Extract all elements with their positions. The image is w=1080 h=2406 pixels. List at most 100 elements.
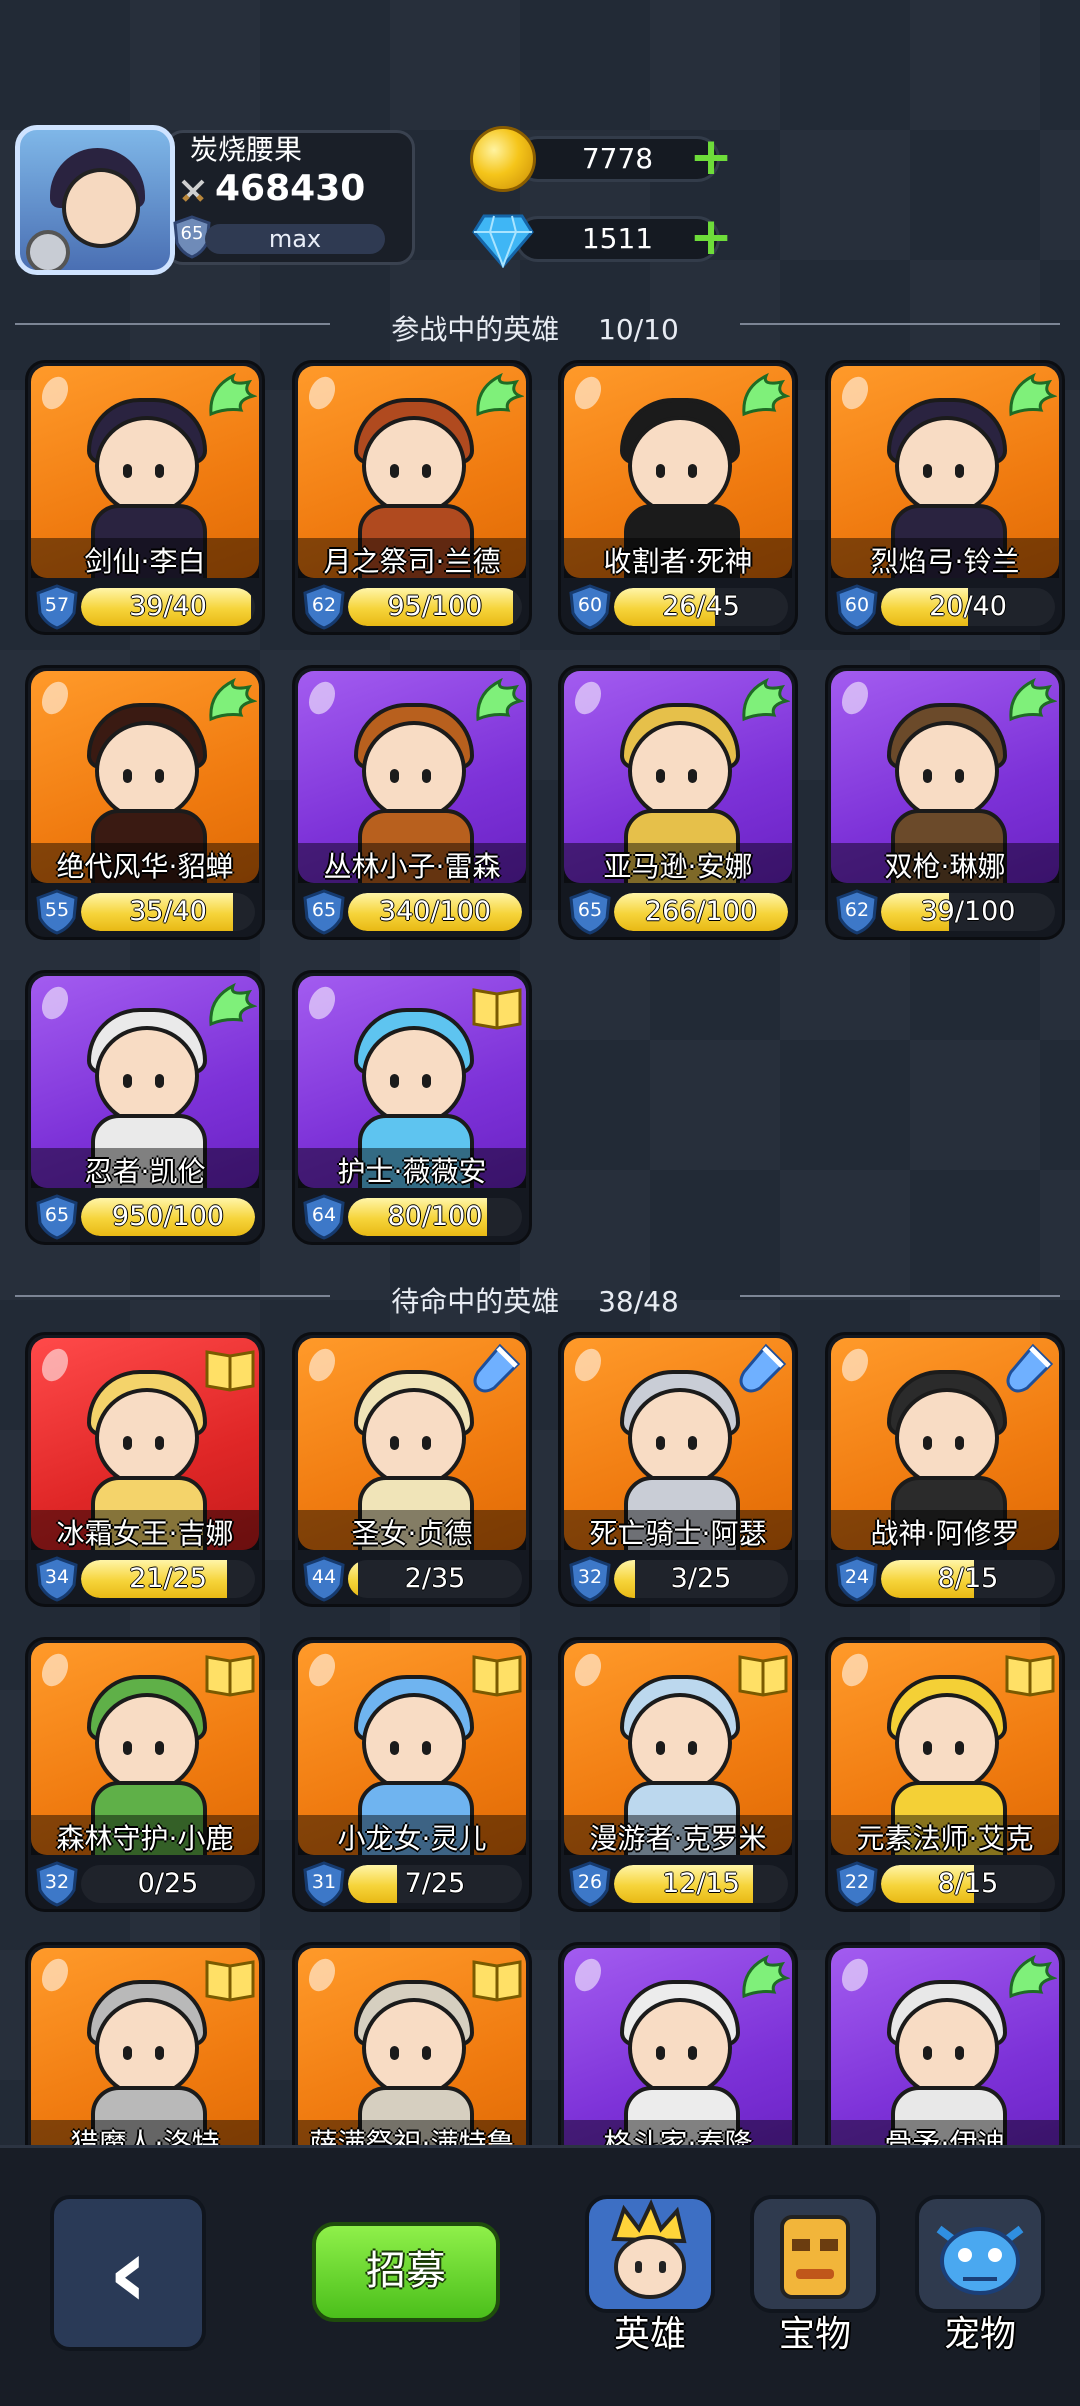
active-hero-card[interactable]: 烈焰弓·铃兰 60 20/40: [825, 360, 1065, 635]
add-gems-button[interactable]: +: [686, 211, 736, 264]
green-wing-icon: [203, 980, 258, 1034]
tab-heroes-label: 英雄: [613, 2314, 686, 2355]
shard-progress-bar: 8/15: [881, 1560, 1055, 1598]
hero-name: 冰霜女王·吉娜: [56, 1517, 234, 1550]
green-wing-icon: [736, 1952, 791, 2006]
tab-treasure-label: 宝物: [778, 2314, 851, 2355]
hero-level-badge: 60: [835, 584, 879, 630]
standby-hero-card[interactable]: 战神·阿修罗 24 8/15: [825, 1332, 1065, 1607]
book-icon: [736, 1647, 790, 1701]
hero-level-badge: 32: [568, 1556, 612, 1602]
active-hero-card[interactable]: 收割者·死神 60 26/45: [558, 360, 798, 635]
hero-level-badge: 60: [568, 584, 612, 630]
active-hero-card[interactable]: 双枪·琳娜 62 39/100: [825, 665, 1065, 940]
active-hero-card[interactable]: 剑仙·李白 57 39/40: [25, 360, 265, 635]
hero-level-badge: 31: [302, 1861, 346, 1907]
divider-right: [740, 323, 1060, 325]
active-hero-card[interactable]: 月之祭司·兰德 62 95/100: [292, 360, 532, 635]
green-wing-icon: [203, 370, 258, 424]
standby-heroes-header: 待命中的英雄 38/48: [335, 1280, 735, 1320]
hero-level: 62: [844, 899, 870, 921]
standby-hero-card[interactable]: 冰霜女王·吉娜 34 21/25: [25, 1332, 265, 1607]
hero-level: 24: [844, 1566, 870, 1588]
tab-heroes[interactable]: 英雄: [580, 2195, 720, 2355]
standby-hero-card[interactable]: 小龙女·灵儿 31 7/25: [292, 1637, 532, 1912]
hero-name: 收割者·死神: [603, 545, 753, 578]
player-avatar[interactable]: [15, 125, 175, 275]
shard-progress-bar: 8/15: [881, 1865, 1055, 1903]
shard-progress-bar: 950/100: [81, 1198, 255, 1236]
hero-name: 战神·阿修罗: [870, 1517, 1020, 1550]
active-hero-card[interactable]: 忍者·凯伦 65 950/100: [25, 970, 265, 1245]
hero-name: 森林守护·小鹿: [56, 1822, 234, 1855]
shard-progress-text: 12/15: [662, 1868, 740, 1899]
hero-name: 烈焰弓·铃兰: [870, 545, 1020, 578]
shard-progress-text: 95/100: [387, 591, 483, 622]
green-wing-icon: [736, 370, 791, 424]
hero-level-badge: 57: [35, 584, 79, 630]
hero-name: 绝代风华·貂蝉: [56, 850, 234, 883]
potion-icon: [1003, 1342, 1057, 1396]
hero-level-badge: 64: [302, 1194, 346, 1240]
add-gold-button[interactable]: +: [686, 131, 736, 184]
hero-level: 22: [844, 1871, 870, 1893]
standby-hero-card[interactable]: 森林守护·小鹿 32 0/25: [25, 1637, 265, 1912]
hero-name: 丛林小子·雷森: [323, 850, 501, 883]
hero-level-badge: 22: [835, 1861, 879, 1907]
hero-level: 62: [311, 594, 337, 616]
swords-icon: [181, 179, 205, 202]
hero-level: 57: [44, 594, 70, 616]
shard-progress-text: 2/35: [404, 1563, 466, 1594]
active-heroes-count: 10/10: [598, 313, 679, 346]
back-button[interactable]: ‹: [50, 2195, 206, 2351]
active-hero-card[interactable]: 亚马逊·安娜 65 266/100: [558, 665, 798, 940]
gold-resource: 7778 +: [470, 126, 733, 192]
active-hero-card[interactable]: 绝代风华·貂蝉 55 35/40: [25, 665, 265, 940]
green-wing-icon: [1003, 1952, 1058, 2006]
gold-coin-icon: [470, 126, 536, 192]
active-hero-card[interactable]: 丛林小子·雷森 65 340/100: [292, 665, 532, 940]
hero-level-badge: 34: [35, 1556, 79, 1602]
hero-level: 32: [44, 1871, 70, 1893]
shard-progress-text: 35/40: [129, 896, 207, 927]
standby-hero-card[interactable]: 漫游者·克罗米 26 12/15: [558, 1637, 798, 1912]
standby-heroes-count: 38/48: [598, 1285, 679, 1318]
standby-hero-card[interactable]: 死亡骑士·阿瑟 32 3/25: [558, 1332, 798, 1607]
hero-level: 65: [44, 1204, 70, 1226]
settings-gear-icon[interactable]: [26, 230, 70, 270]
shard-progress-bar: 26/45: [614, 588, 788, 626]
green-wing-icon: [203, 675, 258, 729]
pet-dragon-icon: [915, 2195, 1045, 2313]
book-icon: [203, 1647, 257, 1701]
shard-progress-text: 3/25: [670, 1563, 732, 1594]
shard-progress-bar: 39/100: [881, 893, 1055, 931]
standby-hero-card[interactable]: 元素法师·艾克 22 8/15: [825, 1637, 1065, 1912]
shard-progress-text: 7/25: [404, 1868, 466, 1899]
shard-progress-bar: 20/40: [881, 588, 1055, 626]
recruit-button[interactable]: 招募: [312, 2222, 500, 2322]
tab-treasure[interactable]: 宝物: [745, 2195, 885, 2355]
shard-progress-bar: 340/100: [348, 893, 522, 931]
shard-progress-bar: 12/15: [614, 1865, 788, 1903]
tab-pets[interactable]: 宠物: [910, 2195, 1050, 2355]
shard-progress-bar: 2/35: [348, 1560, 522, 1598]
hero-level: 34: [44, 1566, 70, 1588]
active-hero-card[interactable]: 护士·薇薇安 64 80/100: [292, 970, 532, 1245]
diamond-icon: [472, 214, 534, 268]
potion-icon: [736, 1342, 790, 1396]
hero-face-icon: [585, 2195, 715, 2313]
shard-progress-text: 266/100: [644, 896, 758, 927]
standby-hero-card[interactable]: 圣女·贞德 44 2/35: [292, 1332, 532, 1607]
active-heroes-header: 参战中的英雄 10/10: [335, 308, 735, 348]
book-icon: [470, 980, 524, 1034]
hero-level: 60: [844, 594, 870, 616]
hero-name: 小龙女·灵儿: [337, 1822, 487, 1855]
hero-name: 漫游者·克罗米: [589, 1822, 767, 1855]
hero-level-badge: 24: [835, 1556, 879, 1602]
hero-level: 55: [44, 899, 70, 921]
hero-level: 60: [577, 594, 603, 616]
shard-progress-text: 950/100: [111, 1201, 225, 1232]
shard-progress-text: 21/25: [129, 1563, 207, 1594]
totem-mask-icon: [750, 2195, 880, 2313]
book-icon: [203, 1952, 257, 2006]
